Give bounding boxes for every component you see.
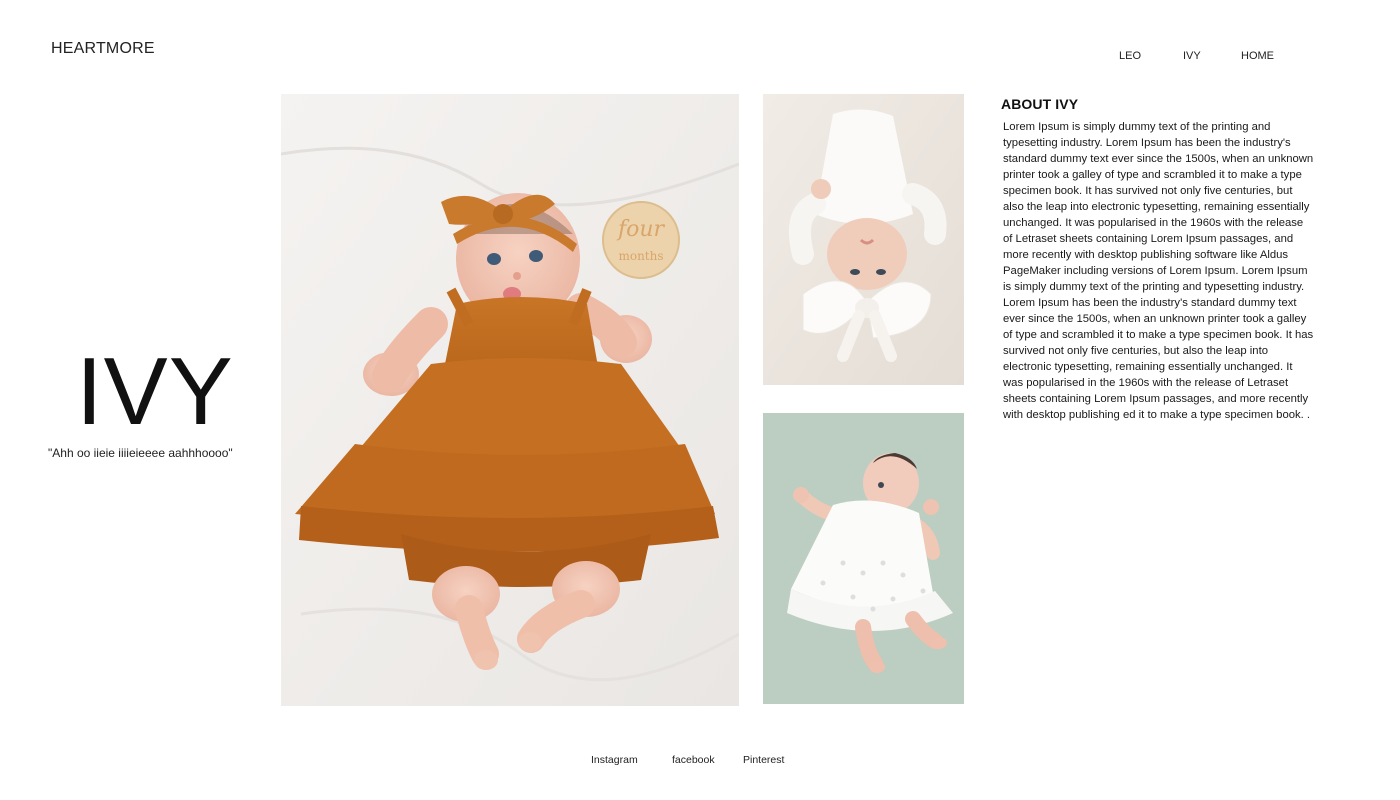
page: HEARTMORE LEO IVY HOME IVY "Ahh oo iieie… (0, 0, 1400, 800)
badge-text-four: four (616, 217, 666, 242)
hero-name: IVY (76, 338, 234, 445)
brand-logo[interactable]: HEARTMORE (51, 40, 155, 58)
hero-quote: "Ahh oo iieie iiiieieeee aahhhoooo" (48, 446, 233, 460)
footer-link-facebook[interactable]: facebook (672, 754, 715, 766)
footer-link-pinterest[interactable]: Pinterest (743, 754, 784, 766)
top-photo (763, 94, 964, 385)
baby-white-bow-image (763, 94, 964, 385)
nav-item-home[interactable]: HOME (1241, 50, 1274, 62)
about-title: ABOUT IVY (1001, 96, 1079, 112)
about-body: Lorem Ipsum is simply dummy text of the … (1003, 121, 1314, 421)
baby-orange-dress-image: four months (281, 94, 739, 706)
badge-text-months: months (618, 249, 663, 263)
nav-item-ivy[interactable]: IVY (1183, 50, 1201, 62)
baby-eyelet-dress-image (763, 413, 964, 704)
footer-link-instagram[interactable]: Instagram (591, 754, 638, 766)
nav-item-leo[interactable]: LEO (1119, 50, 1141, 62)
bottom-photo (763, 413, 964, 704)
main-photo: four months (281, 94, 739, 706)
